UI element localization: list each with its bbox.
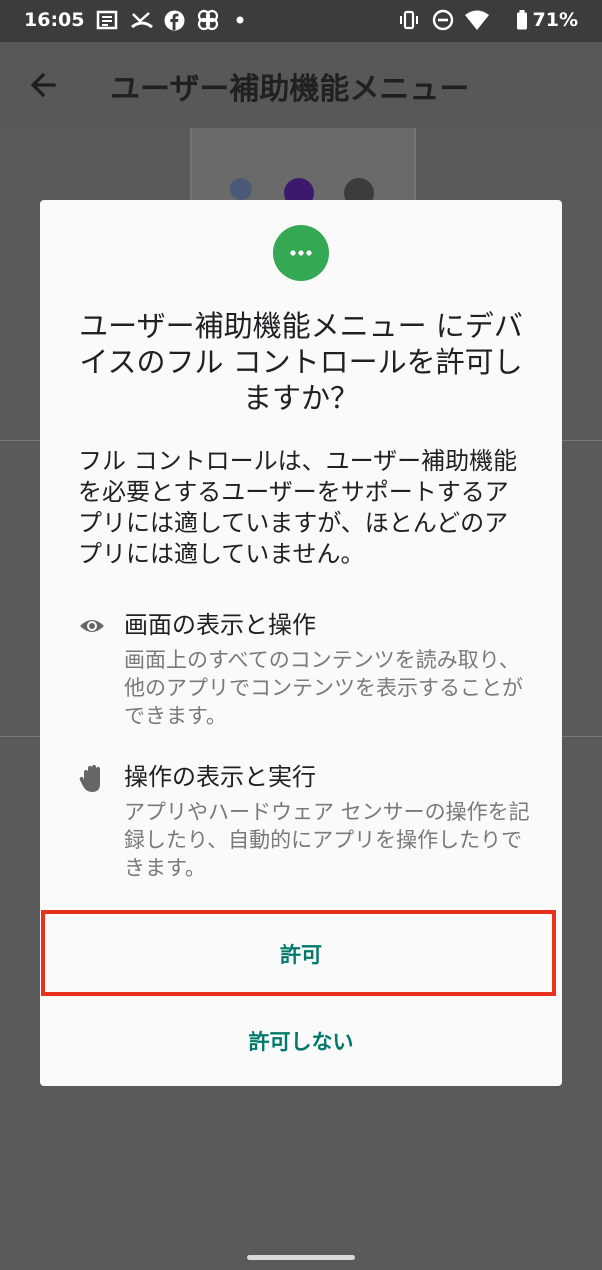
dialog-description: フル コントロールは、ユーザー補助機能を必要とするユーザーをサポートするアプリに… [78,447,518,568]
divider [0,440,40,441]
assistant-icon [230,178,252,200]
page-title: ユーザー補助機能メニュー [110,72,470,107]
menu-preview-image [190,128,416,208]
dialog-title: ユーザー補助機能メニュー にデバイスのフル コントロールを許可しますか？ [79,309,523,415]
status-time: 16:05 [24,9,85,31]
do-not-disturb-icon [432,9,454,31]
divider [560,736,602,737]
eye-icon [78,612,106,640]
facebook-icon [164,9,185,31]
missed-call-icon [130,9,154,31]
more-notifications-dot-icon [236,9,244,31]
allow-button[interactable]: 許可 [40,912,562,998]
wifi-icon [464,9,490,31]
app-notification-icon [196,9,220,31]
battery-icon [516,9,528,31]
app-bar: ユーザー補助機能メニュー [0,42,602,128]
news-icon [96,9,118,31]
permission-title: 操作の表示と実行 [124,763,316,791]
permission-title: 画面の表示と操作 [124,611,316,639]
permission-description: アプリやハードウェア センサーの操作を記録したり、自動的にアプリを操作したりでき… [124,800,530,880]
battery-percentage: 71% [532,9,578,31]
hand-icon [78,764,106,792]
divider [560,440,602,441]
deny-button[interactable]: 許可しない [40,1012,562,1072]
permission-dialog: ユーザー補助機能メニュー にデバイスのフル コントロールを許可しますか？ フル … [40,200,562,1086]
more-options-icon [273,225,329,281]
divider [0,736,40,737]
back-arrow-icon[interactable] [28,68,62,102]
status-bar: 16:05 71% [0,0,602,42]
vibrate-icon [398,9,420,31]
home-gesture-bar[interactable] [247,1255,355,1260]
permission-description: 画面上のすべてのコンテンツを読み取り、他のアプリでコンテンツを表示することができ… [124,648,523,728]
